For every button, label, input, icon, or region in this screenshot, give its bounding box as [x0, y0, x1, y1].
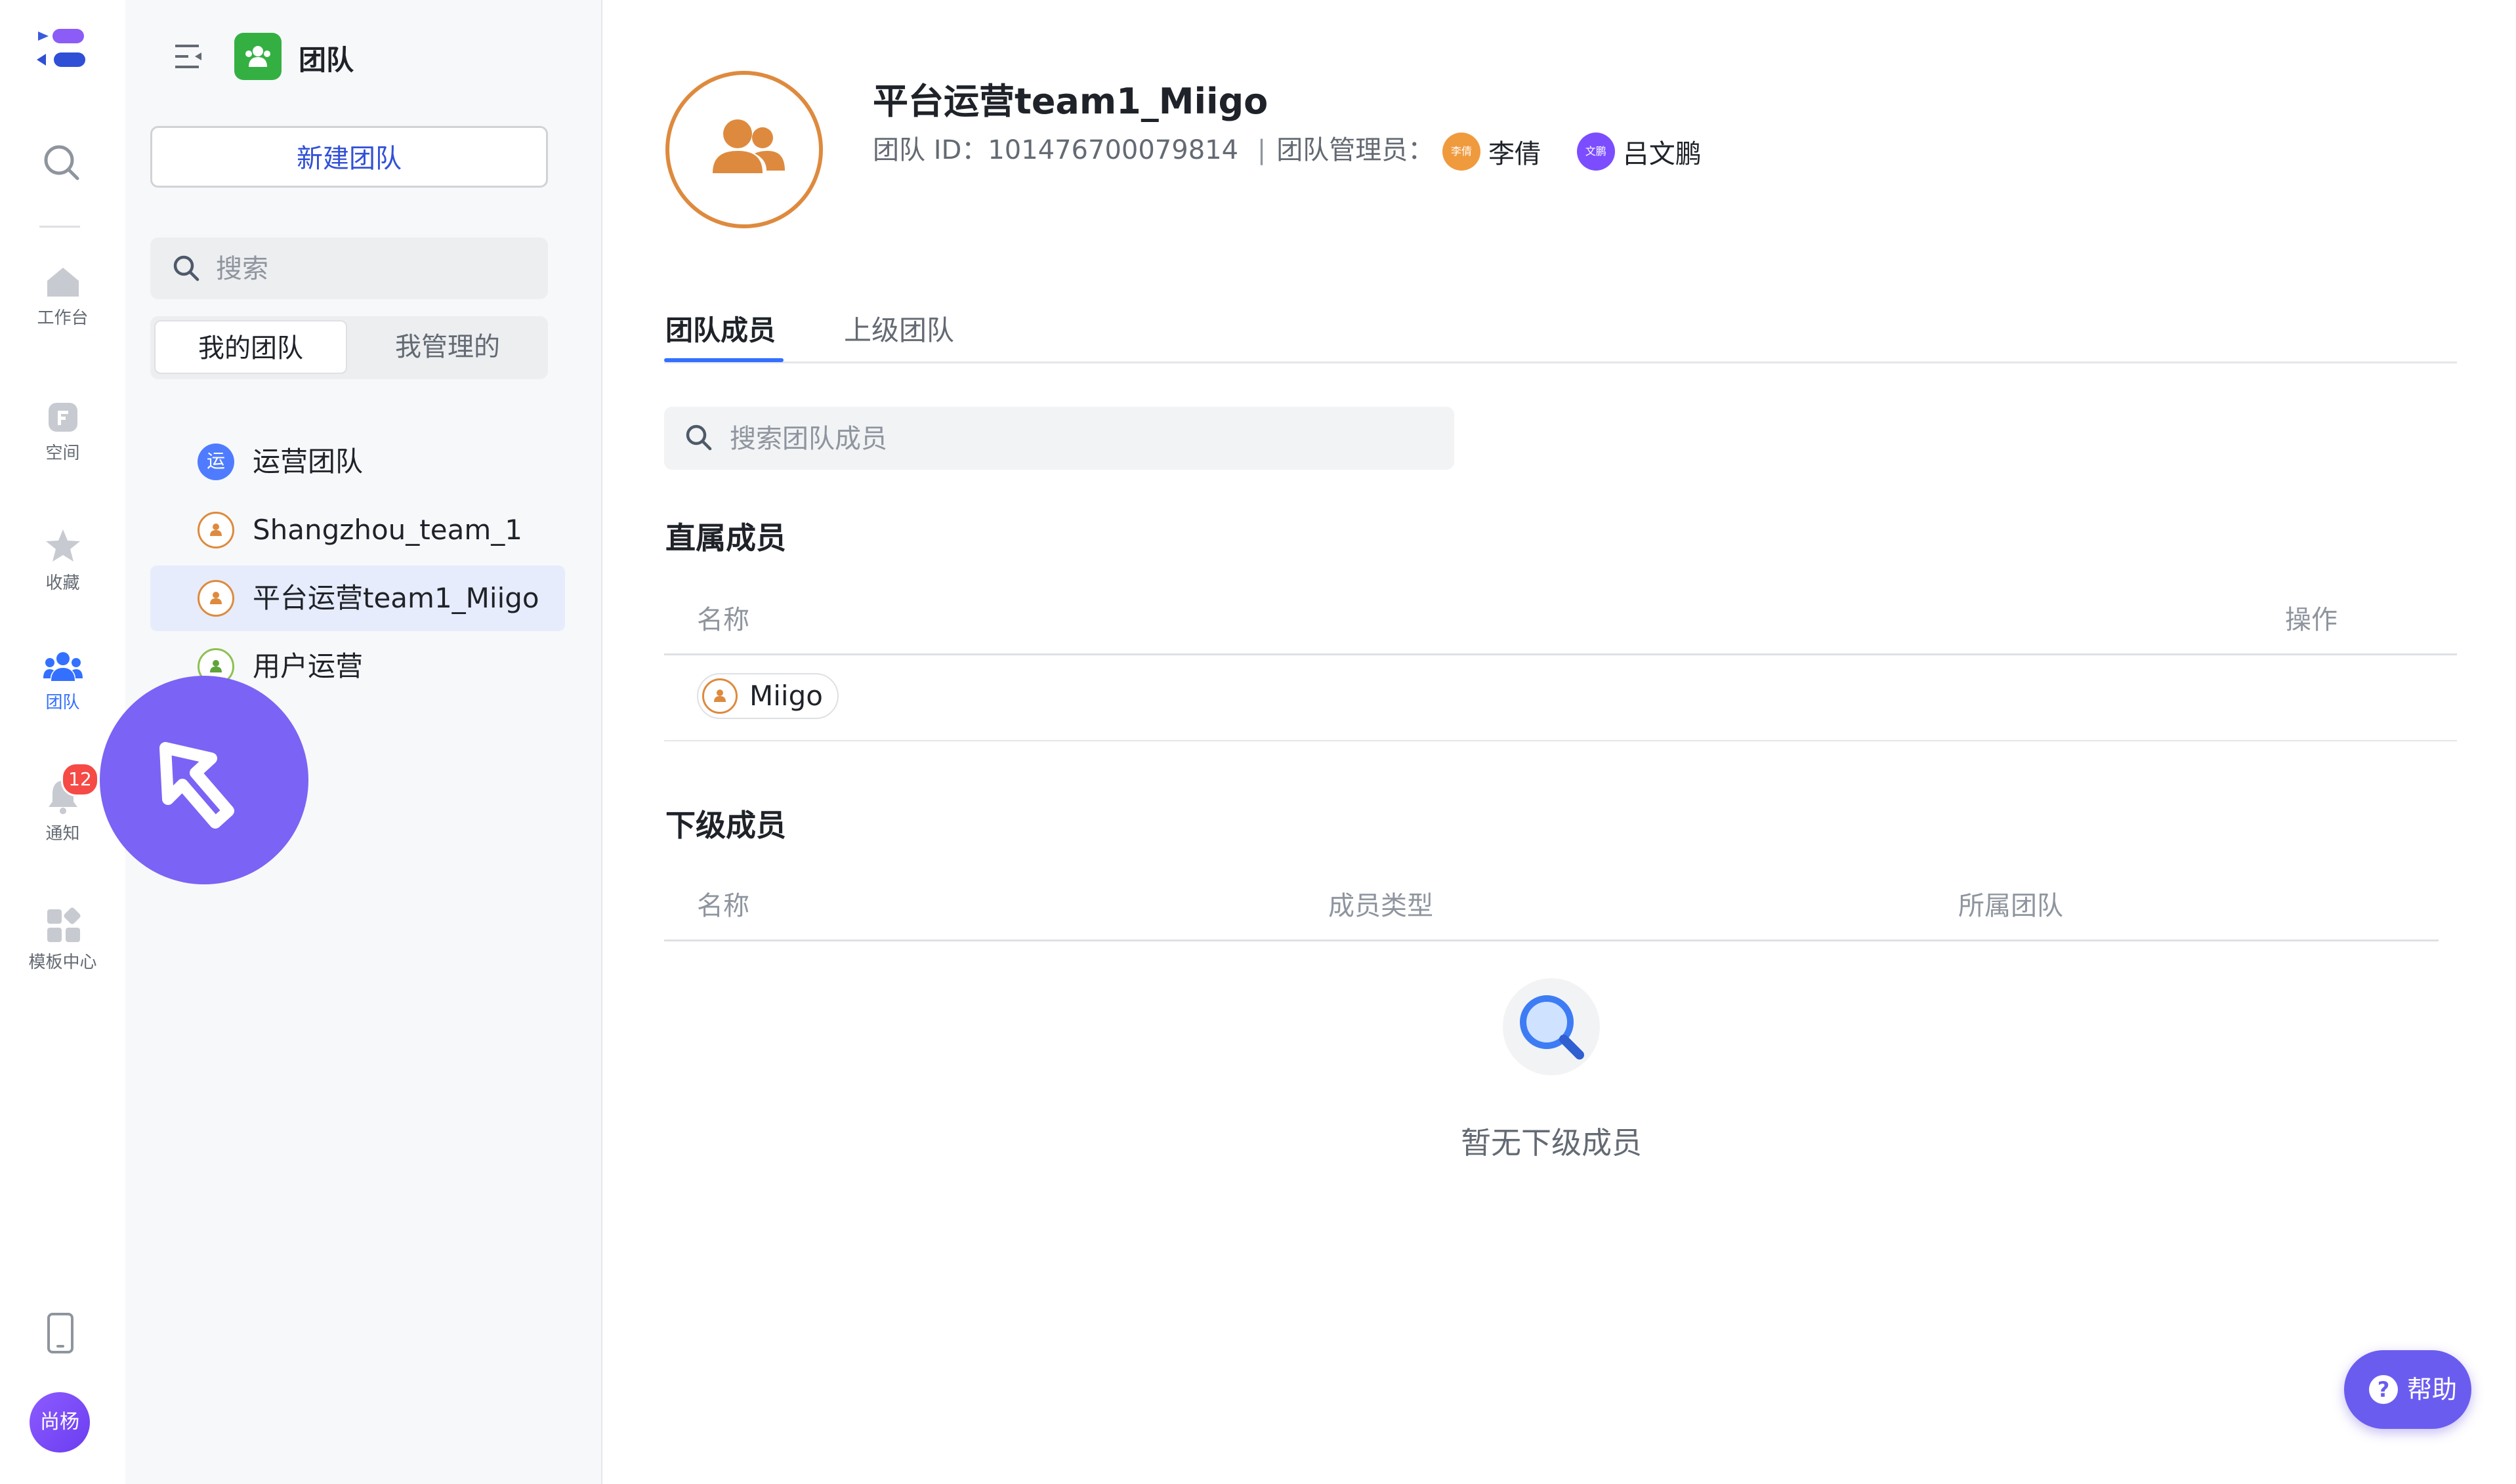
table-header-divider: [664, 653, 2457, 655]
team-list-item-selected[interactable]: 平台运营team1_Miigo: [150, 566, 565, 631]
help-icon: ?: [2369, 1375, 2398, 1404]
team-app-icon: [234, 33, 282, 80]
grid-icon: [47, 907, 80, 942]
manager-avatar[interactable]: 文鹏: [1576, 133, 1615, 171]
column-header-team: 所属团队: [1958, 891, 2063, 921]
search-icon[interactable]: [41, 142, 83, 184]
rail-label: 收藏: [45, 573, 80, 593]
empty-state-text: 暂无下级成员: [1461, 1125, 1642, 1161]
team-detail-panel: 平台运营team1_Miigo 团队 ID：101476700079814 | 团…: [601, 0, 2516, 1484]
manager-name[interactable]: 李倩: [1488, 139, 1541, 169]
tab-underline-track: [664, 361, 2457, 363]
team-list-item-label: Shangzhou_team_1: [253, 514, 522, 546]
segment-managed-teams[interactable]: 我管理的: [351, 320, 544, 374]
user-avatar[interactable]: 尚杨: [30, 1392, 90, 1453]
team-filter-segmented: 我的团队 我管理的: [150, 316, 548, 379]
collapse-sidebar-icon[interactable]: [173, 42, 204, 71]
team-avatar: [665, 71, 823, 228]
team-avatar-icon: 运: [198, 443, 234, 480]
team-list-item[interactable]: 运 运营团队: [150, 429, 565, 495]
team-search-input[interactable]: [215, 249, 532, 289]
cursor-highlight: [100, 676, 308, 884]
team-meta: 团队 ID：101476700079814 | 团队管理员： 李倩 李倩 文鹏 吕文鹏: [873, 129, 1729, 171]
table-header-divider: [664, 939, 2439, 941]
meta-separator: |: [1257, 135, 1267, 165]
team-list-item-label: 运营团队: [253, 445, 364, 478]
team-avatar-icon: [198, 512, 234, 548]
team-members-icon: [713, 119, 785, 173]
rail-item-favorites[interactable]: 收藏: [0, 527, 125, 594]
home-icon: [47, 268, 79, 297]
direct-members-title: 直属成员: [665, 520, 786, 556]
sidebar-title: 团队: [299, 44, 354, 76]
column-header-name: 名称: [697, 605, 749, 635]
mobile-icon[interactable]: [45, 1312, 76, 1354]
tab-parent-team[interactable]: 上级团队: [844, 308, 954, 348]
team-search-box[interactable]: [150, 237, 548, 299]
sub-members-title: 下级成员: [665, 808, 786, 843]
manager-name[interactable]: 吕文鹏: [1623, 139, 1702, 169]
tab-team-members[interactable]: 团队成员: [665, 308, 776, 348]
member-team-icon: [702, 678, 738, 714]
team-list-item-label: 平台运营team1_Miigo: [253, 582, 539, 614]
help-button[interactable]: ? 帮助: [2344, 1350, 2471, 1429]
team-avatar-icon: [198, 580, 234, 617]
team-list-item[interactable]: Shangzhou_team_1: [150, 497, 565, 563]
search-icon: [173, 255, 199, 281]
tab-active-indicator: [664, 358, 784, 362]
team-icon: [43, 652, 83, 681]
column-header-member-type: 成员类型: [1328, 891, 1433, 921]
member-name: Miigo: [749, 680, 823, 712]
rail-item-templates[interactable]: 模板中心: [0, 907, 125, 973]
rail-item-workspace[interactable]: 工作台: [0, 265, 125, 329]
member-chip[interactable]: Miigo: [697, 673, 839, 719]
space-icon: [48, 403, 77, 432]
app-logo-icon[interactable]: [33, 26, 88, 71]
new-team-button[interactable]: 新建团队: [150, 126, 548, 188]
rail-divider: [39, 226, 80, 228]
column-header-name: 名称: [697, 891, 749, 921]
team-id-value[interactable]: 101476700079814: [988, 135, 1238, 165]
empty-search-icon: [1503, 978, 1600, 1075]
rail-label: 模板中心: [28, 953, 97, 972]
segment-my-teams[interactable]: 我的团队: [154, 320, 347, 374]
rail-item-space[interactable]: 空间: [0, 400, 125, 464]
table-row-divider: [664, 740, 2457, 741]
team-glyph-icon: [245, 46, 270, 67]
rail-label: 空间: [45, 443, 80, 463]
search-icon: [686, 424, 712, 451]
managers-label: 团队管理员：: [1276, 135, 1435, 165]
star-icon: [45, 529, 80, 562]
notification-badge: 12: [61, 762, 99, 796]
manager-avatar[interactable]: 李倩: [1442, 133, 1480, 171]
rail-label: 工作台: [37, 308, 89, 328]
cursor-arrow-icon: [159, 742, 234, 829]
member-search-input[interactable]: [728, 419, 1427, 459]
member-search-box[interactable]: [664, 407, 1454, 470]
column-header-actions: 操作: [2285, 605, 2338, 635]
team-title: 平台运营team1_Miigo: [873, 81, 1268, 122]
team-id-label: 团队 ID：: [873, 135, 988, 165]
help-label: 帮助: [2407, 1375, 2458, 1404]
